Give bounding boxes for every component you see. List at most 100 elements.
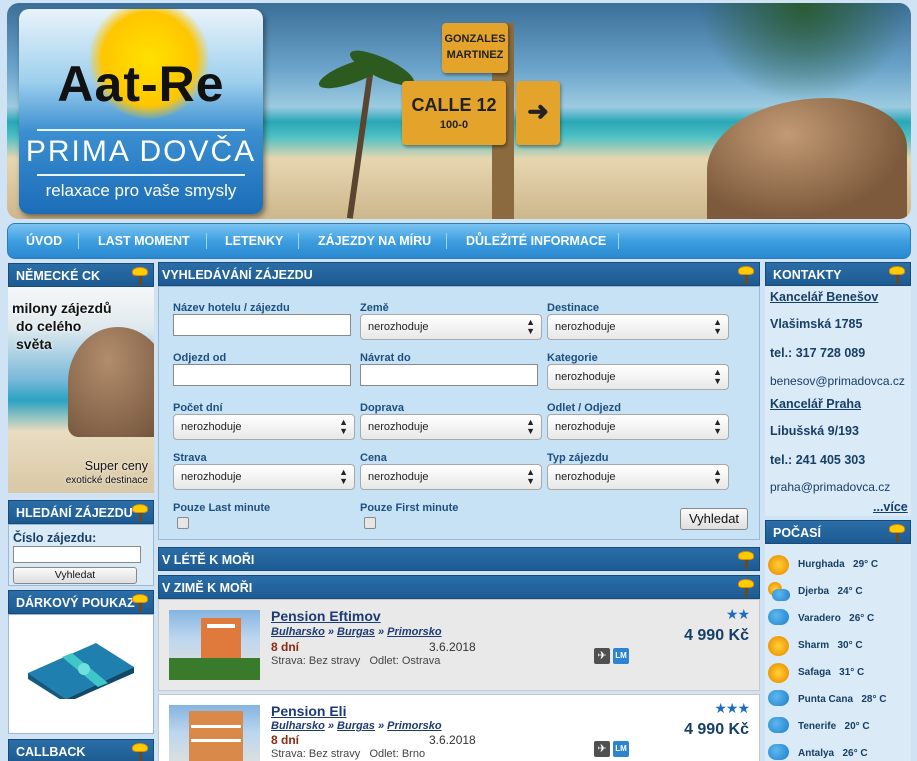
first-minute-checkbox[interactable] [364, 517, 376, 529]
last-minute-label: Pouze Last minute [173, 502, 271, 514]
plane-icon: ✈ [594, 648, 610, 664]
category-select[interactable]: nerozhoduje ▲ ▼ [547, 364, 729, 390]
callback-title: CALLBACK [16, 745, 86, 759]
trip-type-select[interactable]: nerozhoduje ▲ ▼ [547, 464, 729, 490]
destination-select[interactable]: nerozhoduje ▲ ▼ [547, 314, 729, 340]
ad-exotic: exotické destinace [65, 475, 148, 486]
hotel-photo[interactable] [169, 705, 260, 761]
hotel-price: 4 990 Kč [684, 721, 749, 738]
destination-label: Destinace [547, 302, 599, 314]
trip-type-select-value: nerozhoduje [555, 471, 616, 483]
hotel-offer-row[interactable]: Pension Eftimov Bulharsko » Burgas » Pri… [158, 599, 760, 691]
price-select[interactable]: nerozhoduje ▲ ▼ [360, 464, 542, 490]
select-arrows-icon: ▲ ▼ [526, 417, 535, 436]
country-select[interactable]: nerozhoduje ▲ ▼ [360, 314, 542, 340]
board-select-value: nerozhoduje [181, 471, 242, 483]
search-form: Název hotelu / zájezdu Země nerozhoduje ▲… [158, 286, 760, 540]
search-header: VYHLEDÁVÁNÍ ZÁJEZDU [158, 262, 760, 286]
select-arrows-icon: ▲ ▼ [526, 317, 535, 336]
hotel-offer-row[interactable]: Pension Eli Bulharsko » Burgas » Primors… [158, 694, 760, 761]
trip-number-search-button[interactable]: Vyhledat [13, 567, 137, 584]
weather-city: Tenerife [798, 721, 837, 732]
german-ck-banner[interactable]: milony zájezdů do celého světa Super cen… [8, 287, 154, 493]
select-arrows-icon: ▲ ▼ [713, 467, 722, 486]
trip-board: Strava: Bez stravy [271, 748, 361, 760]
sun-icon [768, 663, 789, 683]
trip-search-header: HLEDÁNÍ ZÁJEZDU [8, 500, 154, 524]
location-place-link[interactable]: Primorsko [387, 720, 441, 732]
departure-date-input[interactable] [173, 364, 351, 386]
weather-city: Djerba [798, 586, 830, 597]
office-praha-email[interactable]: praha@primadovca.cz [770, 480, 890, 494]
country-label: Země [360, 302, 389, 314]
menu-item-last-moment[interactable]: LAST MOMENT [98, 224, 190, 258]
gift-voucher-header: DÁRKOVÝ POUKAZ [8, 590, 154, 614]
contacts-more-link[interactable]: ...více [873, 500, 908, 514]
office-benesov-link[interactable]: Kancelář Benešov [770, 290, 878, 304]
hotel-name-link[interactable]: Pension Eli [271, 703, 346, 719]
logo-tagline: relaxace pro vaše smysly [45, 181, 237, 200]
hotel-name-link[interactable]: Pension Eftimov [271, 608, 381, 624]
header-banner: GONZALES MARTINEZ CALLE 12 100-0 ➜ Aat-R… [7, 3, 911, 219]
category-select-value: nerozhoduje [555, 371, 616, 383]
trip-board: Strava: Bez stravy [271, 655, 361, 667]
partly-cloudy-icon [768, 582, 790, 602]
airport-select[interactable]: nerozhoduje ▲ ▼ [547, 414, 729, 440]
palm-icon [131, 266, 149, 285]
trip-type-label: Typ zájezdu [547, 452, 609, 464]
summer-section-header[interactable]: V LÉTĚ K MOŘI [158, 547, 760, 571]
select-arrows-icon: ▲ ▼ [713, 417, 722, 436]
menu-item-dulezite-informace[interactable]: DŮLEŽITÉ INFORMACE [466, 224, 606, 258]
weather-item: Punta Cana 28° C [768, 688, 910, 712]
office-benesov-email[interactable]: benesov@primadovca.cz [770, 374, 913, 388]
trip-departure: Odlet: Ostrava [369, 655, 441, 667]
rain-icon [768, 609, 789, 625]
hotel-name-input[interactable] [173, 314, 351, 336]
destination-select-value: nerozhoduje [555, 321, 616, 333]
select-arrows-icon: ▲ ▼ [713, 317, 722, 336]
menu-item-uvod[interactable]: ÚVOD [26, 224, 62, 258]
weather-title: POČASÍ [773, 526, 821, 540]
palm-tree-image [297, 3, 418, 219]
menu-item-letenky[interactable]: LETENKY [225, 224, 283, 258]
weather-city-temp: Djerba 24° C [798, 586, 863, 597]
hotel-photo[interactable] [169, 610, 260, 680]
weather-city-temp: Tenerife 20° C [798, 721, 870, 732]
palm-icon [737, 265, 755, 284]
weather-city: Punta Cana [798, 694, 854, 705]
location-country-link[interactable]: Bulharsko [271, 720, 325, 732]
gift-voucher-title: DÁRKOVÝ POUKAZ [16, 596, 135, 610]
sun-icon [768, 555, 789, 575]
sign-main: CALLE 12 100-0 [402, 81, 506, 145]
weather-item: Hurghada 29° C [768, 553, 910, 577]
winter-section-header[interactable]: V ZIMĚ K MOŘI [158, 575, 760, 599]
trip-number-input[interactable] [13, 546, 141, 563]
location-region-link[interactable]: Burgas [337, 626, 375, 638]
return-date-input[interactable] [360, 364, 538, 386]
trip-board-departure: Strava: Bez stravy Odlet: Brno [271, 748, 425, 760]
rain-icon [768, 690, 789, 706]
menu-item-zajezdy-na-miru[interactable]: ZÁJEZDY NA MÍRU [318, 224, 431, 258]
sign-arrow: ➜ [516, 81, 560, 145]
location-region-link[interactable]: Burgas [337, 720, 375, 732]
location-country-link[interactable]: Bulharsko [271, 626, 325, 638]
search-title: VYHLEDÁVÁNÍ ZÁJEZDU [162, 268, 313, 282]
weather-city-temp: Sharm 30° C [798, 640, 863, 651]
main-menu: ÚVOD LAST MOMENT LETENKY ZÁJEZDY NA MÍRU… [7, 223, 911, 259]
weather-item: Safaga 31° C [768, 661, 910, 685]
price-select-value: nerozhoduje [368, 471, 429, 483]
select-arrows-icon: ▲ ▼ [713, 367, 722, 386]
board-select[interactable]: nerozhoduje ▲ ▼ [173, 464, 355, 490]
palm-icon [131, 503, 149, 522]
transport-select[interactable]: nerozhoduje ▲ ▼ [360, 414, 542, 440]
search-submit-button[interactable]: Vyhledat [680, 508, 748, 530]
site-logo[interactable]: Aat-Re PRIMA DOVČA relaxace pro vaše smy… [19, 9, 263, 214]
days-select[interactable]: nerozhoduje ▲ ▼ [173, 414, 355, 440]
departure-label: Odjezd od [173, 352, 227, 364]
trip-search-title: HLEDÁNÍ ZÁJEZDU [16, 506, 133, 520]
gift-voucher-box[interactable] [8, 614, 154, 734]
last-minute-checkbox[interactable] [177, 517, 189, 529]
transport-select-value: nerozhoduje [368, 421, 429, 433]
office-praha-link[interactable]: Kancelář Praha [770, 397, 861, 411]
location-place-link[interactable]: Primorsko [387, 626, 441, 638]
